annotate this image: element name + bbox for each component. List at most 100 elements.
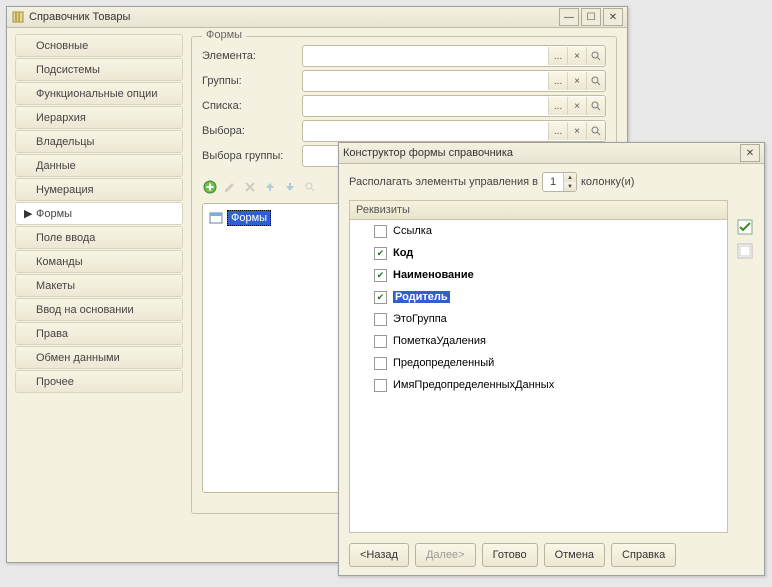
sidebar-item-label: Прочее — [36, 376, 74, 388]
requisites-header: Реквизиты — [349, 200, 728, 220]
checkbox[interactable]: ✔ — [374, 291, 387, 304]
next-button: Далее> — [415, 543, 476, 567]
sidebar-item-label: Данные — [36, 160, 76, 172]
sidebar-item-label: Ввод на основании — [36, 304, 134, 316]
list-row-label: ПометкаУдаления — [393, 335, 486, 347]
ellipsis-button[interactable]: ... — [548, 72, 567, 90]
move-down-button[interactable] — [282, 179, 298, 195]
fieldset-legend: Формы — [202, 29, 246, 41]
sidebar-item-polevvoda[interactable]: Поле ввода — [15, 226, 183, 249]
sidebar-item-dannye[interactable]: Данные — [15, 154, 183, 177]
list-row[interactable]: ЭтоГруппа — [350, 308, 727, 330]
clear-button[interactable]: × — [567, 122, 586, 140]
columns-value: 1 — [543, 176, 563, 188]
close-button[interactable]: ✕ — [603, 8, 623, 26]
form-input-gruppy[interactable] — [303, 71, 548, 91]
search-button[interactable] — [586, 97, 605, 115]
sidebar-item-prava[interactable]: Права — [15, 322, 183, 345]
sidebar-item-obmen[interactable]: Обмен данными — [15, 346, 183, 369]
checkbox[interactable] — [374, 313, 387, 326]
list-row[interactable]: ✔ Родитель — [350, 286, 727, 308]
form-input-vybora[interactable] — [303, 121, 548, 141]
search-button[interactable] — [586, 47, 605, 65]
checkbox[interactable] — [374, 335, 387, 348]
maximize-button[interactable]: ☐ — [581, 8, 601, 26]
checkbox[interactable]: ✔ — [374, 269, 387, 282]
clear-button[interactable]: × — [567, 97, 586, 115]
sidebar-item-vvodnaosn[interactable]: Ввод на основании — [15, 298, 183, 321]
form-input-elementa[interactable] — [303, 46, 548, 66]
search-button[interactable] — [586, 72, 605, 90]
sidebar-item-prochee[interactable]: Прочее — [15, 370, 183, 393]
done-button[interactable]: Готово — [482, 543, 538, 567]
add-button[interactable] — [202, 179, 218, 195]
checkbox[interactable]: ✔ — [374, 247, 387, 260]
spinner-down-button[interactable]: ▼ — [563, 182, 576, 191]
dialog-title: Конструктор формы справочника — [343, 147, 740, 159]
list-row[interactable]: ПометкаУдаления — [350, 330, 727, 352]
sidebar-item-label: Функциональные опции — [36, 88, 157, 100]
list-row[interactable]: ✔ Код — [350, 242, 727, 264]
sidebar-item-makety[interactable]: Макеты — [15, 274, 183, 297]
list-row-label: Ссылка — [393, 225, 432, 237]
help-button[interactable]: Справка — [611, 543, 676, 567]
sidebar-item-label: Формы — [36, 208, 72, 220]
list-row-label: Предопределенный — [393, 357, 494, 369]
move-up-button[interactable] — [262, 179, 278, 195]
arrow-icon: ▶ — [24, 207, 32, 220]
list-row[interactable]: Ссылка — [350, 220, 727, 242]
checkbox[interactable] — [374, 357, 387, 370]
sidebar-item-label: Иерархия — [36, 112, 86, 124]
sidebar-item-numeraciya[interactable]: Нумерация — [15, 178, 183, 201]
clear-button[interactable]: × — [567, 47, 586, 65]
sidebar-item-label: Основные — [36, 40, 88, 52]
delete-button[interactable] — [242, 179, 258, 195]
ellipsis-button[interactable]: ... — [548, 122, 567, 140]
sidebar-item-label: Владельцы — [36, 136, 94, 148]
sidebar-item-funkopcii[interactable]: Функциональные опции — [15, 82, 183, 105]
sidebar-item-label: Команды — [36, 256, 83, 268]
cancel-button[interactable]: Отмена — [544, 543, 605, 567]
ellipsis-button[interactable]: ... — [548, 97, 567, 115]
checkbox[interactable] — [374, 379, 387, 392]
ellipsis-button[interactable]: ... — [548, 47, 567, 65]
search-icon[interactable] — [302, 179, 318, 195]
requisites-list[interactable]: Ссылка ✔ Код ✔ Наименование ✔ Родитель Э… — [349, 220, 728, 533]
checkbox[interactable] — [374, 225, 387, 238]
back-button[interactable]: <Назад — [349, 543, 409, 567]
sidebar-item-ierarhiya[interactable]: Иерархия — [15, 106, 183, 129]
dialog-buttons: <Назад Далее> Готово Отмена Справка — [349, 543, 754, 567]
minimize-button[interactable]: — — [559, 8, 579, 26]
list-row-label: Наименование — [393, 269, 474, 281]
sidebar-item-osnovnye[interactable]: Основные — [15, 34, 183, 57]
sidebar-item-label: Права — [36, 328, 68, 340]
sidebar-item-formy[interactable]: ▶ Формы — [15, 202, 183, 225]
list-row-label: Код — [393, 247, 413, 259]
uncheck-all-button[interactable] — [736, 242, 754, 260]
clear-button[interactable]: × — [567, 72, 586, 90]
spinner-up-button[interactable]: ▲ — [563, 173, 576, 182]
list-row-label: ИмяПредопределенныхДанных — [393, 379, 554, 391]
sidebar-item-vladeltsy[interactable]: Владельцы — [15, 130, 183, 153]
check-all-button[interactable] — [736, 218, 754, 236]
form-label-elementa: Элемента: — [202, 50, 302, 62]
main-title: Справочник Товары — [29, 11, 559, 23]
sidebar-item-label: Макеты — [36, 280, 75, 292]
list-row[interactable]: Предопределенный — [350, 352, 727, 374]
form-icon — [209, 211, 223, 225]
close-button[interactable]: ✕ — [740, 144, 760, 162]
sidebar-item-podsistemy[interactable]: Подсистемы — [15, 58, 183, 81]
form-label-vyboragr: Выбора группы: — [202, 150, 302, 162]
list-row[interactable]: ✔ Наименование — [350, 264, 727, 286]
sidebar-item-label: Нумерация — [36, 184, 94, 196]
dialog-titlebar: Конструктор формы справочника ✕ — [339, 143, 764, 164]
form-input-spiska[interactable] — [303, 96, 548, 116]
search-button[interactable] — [586, 122, 605, 140]
main-titlebar: Справочник Товары — ☐ ✕ — [7, 7, 627, 28]
sidebar-item-komandy[interactable]: Команды — [15, 250, 183, 273]
edit-button[interactable] — [222, 179, 238, 195]
columns-label-before: Располагать элементы управления в — [349, 176, 538, 188]
columns-spinner[interactable]: 1 ▲ ▼ — [542, 172, 577, 192]
list-row[interactable]: ИмяПредопределенныхДанных — [350, 374, 727, 396]
columns-label-after: колонку(и) — [581, 176, 634, 188]
